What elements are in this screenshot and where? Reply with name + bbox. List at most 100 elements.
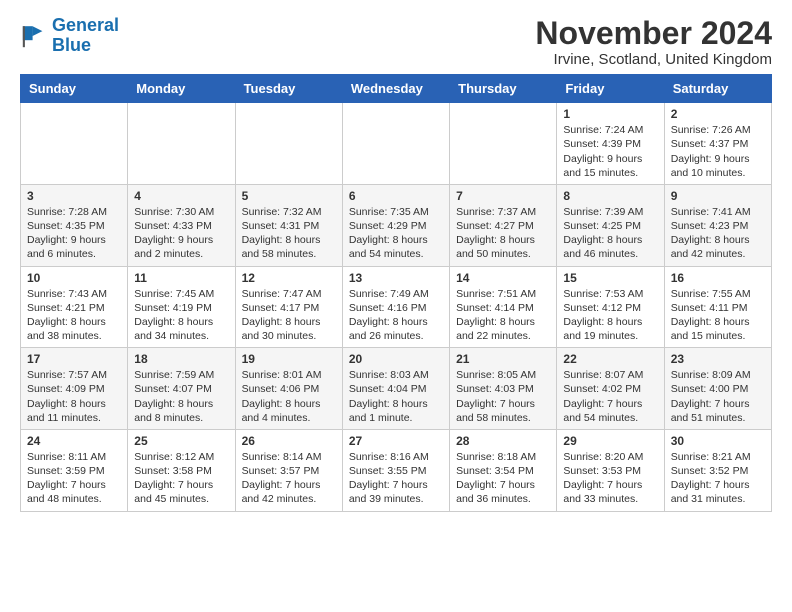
day-number: 2 xyxy=(671,107,765,121)
day-number: 13 xyxy=(349,271,443,285)
day-cell-15: 15 Sunrise: 7:53 AMSunset: 4:12 PMDayligh… xyxy=(557,266,664,348)
day-cell-21: 21 Sunrise: 8:05 AMSunset: 4:03 PMDayligh… xyxy=(450,348,557,430)
day-number: 5 xyxy=(242,189,336,203)
day-number: 11 xyxy=(134,271,228,285)
day-cell-3: 3 Sunrise: 7:28 AMSunset: 4:35 PMDaylight… xyxy=(21,184,128,266)
location: Irvine, Scotland, United Kingdom xyxy=(535,51,772,68)
day-number: 16 xyxy=(671,271,765,285)
day-cell-23: 23Sunrise: 8:09 AMSunset: 4:00 PMDayligh… xyxy=(664,348,771,430)
logo-line2: Blue xyxy=(52,35,91,55)
day-cell-26: 26Sunrise: 8:14 AMSunset: 3:57 PMDayligh… xyxy=(235,429,342,511)
logo-line1: General xyxy=(52,15,119,35)
day-number: 1 xyxy=(563,107,657,121)
day-number: 4 xyxy=(134,189,228,203)
day-cell-9: 9Sunrise: 7:41 AMSunset: 4:23 PMDaylight… xyxy=(664,184,771,266)
day-cell-6: 6 Sunrise: 7:35 AMSunset: 4:29 PMDaylight… xyxy=(342,184,449,266)
day-cell-14: 14Sunrise: 7:51 AMSunset: 4:14 PMDayligh… xyxy=(450,266,557,348)
day-number: 26 xyxy=(242,434,336,448)
day-number: 3 xyxy=(27,189,121,203)
header-day-monday: Monday xyxy=(128,75,235,103)
empty-cell xyxy=(235,103,342,185)
day-number: 6 xyxy=(349,189,443,203)
header-day-sunday: Sunday xyxy=(21,75,128,103)
day-cell-25: 25 Sunrise: 8:12 AMSunset: 3:58 PMDayligh… xyxy=(128,429,235,511)
day-number: 14 xyxy=(456,271,550,285)
day-info: Sunrise: 8:18 AMSunset: 3:54 PMDaylight:… xyxy=(456,450,550,507)
day-info: Sunrise: 8:12 AMSunset: 3:58 PMDaylight:… xyxy=(134,450,228,507)
calendar-table: SundayMondayTuesdayWednesdayThursdayFrid… xyxy=(20,74,772,511)
day-info: Sunrise: 8:21 AMSunset: 3:52 PMDaylight:… xyxy=(671,450,765,507)
empty-cell xyxy=(450,103,557,185)
day-number: 23 xyxy=(671,352,765,366)
day-cell-1: 1Sunrise: 7:24 AMSunset: 4:39 PMDaylight… xyxy=(557,103,664,185)
day-number: 15 xyxy=(563,271,657,285)
day-info: Sunrise: 7:30 AMSunset: 4:33 PMDaylight:… xyxy=(134,205,228,262)
day-number: 25 xyxy=(134,434,228,448)
day-cell-2: 2 Sunrise: 7:26 AMSunset: 4:37 PMDaylight… xyxy=(664,103,771,185)
day-cell-29: 29Sunrise: 8:20 AMSunset: 3:53 PMDayligh… xyxy=(557,429,664,511)
header-day-friday: Friday xyxy=(557,75,664,103)
day-number: 24 xyxy=(27,434,121,448)
day-cell-30: 30 Sunrise: 8:21 AMSunset: 3:52 PMDayligh… xyxy=(664,429,771,511)
day-cell-18: 18 Sunrise: 7:59 AMSunset: 4:07 PMDayligh… xyxy=(128,348,235,430)
day-cell-17: 17Sunrise: 7:57 AMSunset: 4:09 PMDayligh… xyxy=(21,348,128,430)
day-number: 8 xyxy=(563,189,657,203)
day-info: Sunrise: 7:45 AMSunset: 4:19 PMDaylight:… xyxy=(134,287,228,344)
day-info: Sunrise: 7:47 AMSunset: 4:17 PMDaylight:… xyxy=(242,287,336,344)
day-cell-7: 7Sunrise: 7:37 AMSunset: 4:27 PMDaylight… xyxy=(450,184,557,266)
day-cell-8: 8Sunrise: 7:39 AMSunset: 4:25 PMDaylight… xyxy=(557,184,664,266)
day-info: Sunrise: 7:32 AMSunset: 4:31 PMDaylight:… xyxy=(242,205,336,262)
day-cell-16: 16 Sunrise: 7:55 AMSunset: 4:11 PMDayligh… xyxy=(664,266,771,348)
day-info: Sunrise: 8:05 AMSunset: 4:03 PMDaylight:… xyxy=(456,368,550,425)
day-number: 12 xyxy=(242,271,336,285)
day-number: 22 xyxy=(563,352,657,366)
empty-cell xyxy=(21,103,128,185)
week-row-1: 1Sunrise: 7:24 AMSunset: 4:39 PMDaylight… xyxy=(21,103,772,185)
day-info: Sunrise: 7:53 AMSunset: 4:12 PMDaylight:… xyxy=(563,287,657,344)
day-cell-27: 27 Sunrise: 8:16 AMSunset: 3:55 PMDayligh… xyxy=(342,429,449,511)
header: General Blue November 2024 Irvine, Scotl… xyxy=(20,16,772,68)
empty-cell xyxy=(128,103,235,185)
logo-icon xyxy=(20,22,48,50)
logo-text: General Blue xyxy=(52,16,119,56)
day-number: 7 xyxy=(456,189,550,203)
page: General Blue November 2024 Irvine, Scotl… xyxy=(0,0,792,522)
day-cell-19: 19Sunrise: 8:01 AMSunset: 4:06 PMDayligh… xyxy=(235,348,342,430)
day-info: Sunrise: 7:59 AMSunset: 4:07 PMDaylight:… xyxy=(134,368,228,425)
empty-cell xyxy=(342,103,449,185)
header-day-thursday: Thursday xyxy=(450,75,557,103)
day-cell-4: 4 Sunrise: 7:30 AMSunset: 4:33 PMDaylight… xyxy=(128,184,235,266)
day-cell-20: 20 Sunrise: 8:03 AMSunset: 4:04 PMDayligh… xyxy=(342,348,449,430)
day-cell-12: 12 Sunrise: 7:47 AMSunset: 4:17 PMDayligh… xyxy=(235,266,342,348)
week-row-2: 3 Sunrise: 7:28 AMSunset: 4:35 PMDaylight… xyxy=(21,184,772,266)
day-number: 10 xyxy=(27,271,121,285)
day-cell-10: 10 Sunrise: 7:43 AMSunset: 4:21 PMDayligh… xyxy=(21,266,128,348)
day-cell-24: 24Sunrise: 8:11 AMSunset: 3:59 PMDayligh… xyxy=(21,429,128,511)
day-number: 28 xyxy=(456,434,550,448)
day-cell-11: 11 Sunrise: 7:45 AMSunset: 4:19 PMDayligh… xyxy=(128,266,235,348)
day-number: 30 xyxy=(671,434,765,448)
week-row-3: 10 Sunrise: 7:43 AMSunset: 4:21 PMDayligh… xyxy=(21,266,772,348)
day-cell-22: 22Sunrise: 8:07 AMSunset: 4:02 PMDayligh… xyxy=(557,348,664,430)
day-number: 20 xyxy=(349,352,443,366)
day-info: Sunrise: 7:26 AMSunset: 4:37 PMDaylight:… xyxy=(671,123,765,180)
day-info: Sunrise: 7:55 AMSunset: 4:11 PMDaylight:… xyxy=(671,287,765,344)
day-number: 18 xyxy=(134,352,228,366)
day-cell-28: 28 Sunrise: 8:18 AMSunset: 3:54 PMDayligh… xyxy=(450,429,557,511)
day-info: Sunrise: 7:49 AMSunset: 4:16 PMDaylight:… xyxy=(349,287,443,344)
day-info: Sunrise: 7:43 AMSunset: 4:21 PMDaylight:… xyxy=(27,287,121,344)
day-number: 21 xyxy=(456,352,550,366)
day-number: 9 xyxy=(671,189,765,203)
header-day-saturday: Saturday xyxy=(664,75,771,103)
month-title: November 2024 xyxy=(535,16,772,51)
header-day-tuesday: Tuesday xyxy=(235,75,342,103)
week-row-4: 17Sunrise: 7:57 AMSunset: 4:09 PMDayligh… xyxy=(21,348,772,430)
day-number: 27 xyxy=(349,434,443,448)
header-day-wednesday: Wednesday xyxy=(342,75,449,103)
day-info: Sunrise: 8:20 AMSunset: 3:53 PMDaylight:… xyxy=(563,450,657,507)
day-info: Sunrise: 7:35 AMSunset: 4:29 PMDaylight:… xyxy=(349,205,443,262)
day-info: Sunrise: 7:28 AMSunset: 4:35 PMDaylight:… xyxy=(27,205,121,262)
day-info: Sunrise: 8:03 AMSunset: 4:04 PMDaylight:… xyxy=(349,368,443,425)
logo: General Blue xyxy=(20,16,119,56)
day-info: Sunrise: 8:16 AMSunset: 3:55 PMDaylight:… xyxy=(349,450,443,507)
